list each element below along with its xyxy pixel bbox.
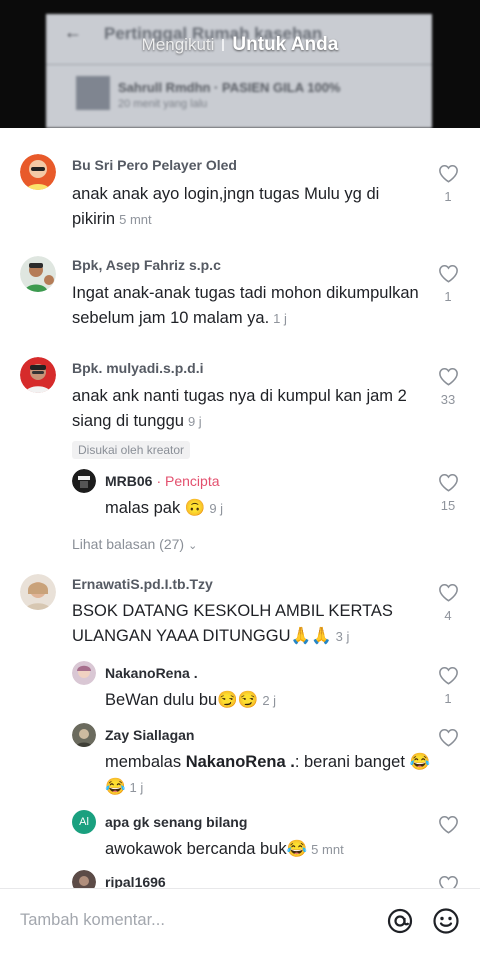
reply-username[interactable]: Zay Siallagan (105, 727, 194, 743)
like-button[interactable] (436, 728, 460, 747)
comment-time: 3 j (335, 629, 350, 644)
like-count: 15 (440, 498, 456, 513)
mention-at-icon[interactable] (386, 907, 414, 935)
reply-body: malas pak 🙃 (105, 499, 206, 517)
like-button[interactable]: 1 (436, 666, 460, 706)
reply-username[interactable]: MRB06 · Pencipta (105, 473, 220, 489)
reply-text: BeWan dulu bu😏😏 2 j (105, 688, 425, 713)
heart-icon (438, 728, 458, 747)
avatar[interactable] (20, 154, 56, 190)
avatar[interactable] (20, 256, 56, 292)
heart-icon (438, 666, 458, 685)
avatar[interactable] (72, 469, 96, 493)
comment-username[interactable]: ErnawatiS.pd.I.tb.Tzy (72, 576, 213, 592)
tab-separator (222, 39, 225, 52)
reply-time: 9 j (209, 501, 224, 516)
heart-icon (438, 367, 458, 386)
like-button[interactable]: 1 (436, 164, 460, 204)
like-count: 4 (444, 608, 452, 623)
comment-text: BSOK DATANG KESKOLH AMBIL KERTAS ULANGAN… (72, 599, 412, 649)
creator-label: · Pencipta (156, 473, 220, 489)
reply-text: malas pak 🙃 9 j (105, 496, 425, 521)
video-author-name: Sahrull Rmdhn · PASIEN GILA 100% (118, 80, 341, 95)
like-button[interactable]: 15 (436, 473, 460, 513)
view-replies-button[interactable]: Lihat balasan (27) ⌄ (72, 536, 197, 552)
avatar[interactable]: Al (72, 810, 96, 834)
tab-following[interactable]: Mengikuti (142, 35, 215, 54)
comment-time: 1 j (273, 311, 287, 326)
reply-body: BeWan dulu bu😏😏 (105, 691, 259, 709)
comment-body: anak ank nanti tugas nya di kumpul kan j… (72, 387, 407, 430)
video-background[interactable]: ← Pertinggal Rumah kasehan Sahrull Rmdhn… (0, 0, 480, 128)
video-author-avatar (76, 76, 110, 110)
reply-body: awokawok bercanda buk😂 (105, 840, 308, 858)
avatar[interactable] (72, 723, 96, 747)
like-button[interactable]: 1 (436, 264, 460, 304)
like-count: 1 (444, 289, 452, 304)
reply-time: 1 j (129, 780, 144, 795)
avatar[interactable] (20, 574, 56, 610)
reply-text: awokawok bercanda buk😂 5 mnt (105, 837, 435, 862)
comments-sheet: Bu Sri Pero Pelayer Oled anak anak ayo l… (0, 128, 480, 960)
reply-time: 2 j (262, 693, 277, 708)
reply-username-text: MRB06 (105, 473, 153, 489)
like-count: 33 (440, 392, 456, 407)
like-button[interactable] (436, 815, 460, 834)
reply-username[interactable]: apa gk senang bilang (105, 814, 247, 830)
like-button[interactable]: 4 (436, 583, 460, 623)
video-divider (46, 64, 432, 65)
feed-tabs: Mengikuti Untuk Anda (0, 34, 480, 56)
avatar[interactable] (20, 357, 56, 393)
view-replies-label: Lihat balasan (27) (72, 536, 185, 552)
chevron-down-icon: ⌄ (188, 540, 198, 552)
avatar-initials: Al (79, 816, 89, 828)
comment-text: anak anak ayo login,jngn tugas Mulu yg d… (72, 182, 430, 232)
video-author-subtext: 20 menit yang lalu (118, 98, 208, 110)
liked-by-creator-badge: Disukai oleh kreator (72, 441, 191, 459)
heart-icon (438, 583, 458, 602)
reply-username[interactable]: NakanoRena . (105, 665, 198, 681)
comment-body: Ingat anak-anak tugas tadi mohon dikumpu… (72, 284, 419, 327)
like-count: 1 (444, 189, 452, 204)
heart-icon (438, 815, 458, 834)
like-count: 1 (444, 691, 452, 706)
comment-input[interactable]: Tambah komentar... (20, 911, 165, 930)
comment-username[interactable]: Bu Sri Pero Pelayer Oled (72, 157, 237, 173)
heart-icon (438, 164, 458, 183)
reply-time: 5 mnt (311, 842, 344, 857)
comment-text: anak ank nanti tugas nya di kumpul kan j… (72, 384, 430, 434)
comment-text: Ingat anak-anak tugas tadi mohon dikumpu… (72, 281, 432, 331)
tab-for-you[interactable]: Untuk Anda (232, 34, 338, 55)
comment-time: 5 mnt (119, 212, 152, 227)
comment-composer: Tambah komentar... (0, 888, 480, 960)
comment-username[interactable]: Bpk. mulyadi.s.p.d.i (72, 360, 203, 376)
like-button[interactable]: 33 (436, 367, 460, 407)
avatar[interactable] (72, 661, 96, 685)
emoji-icon[interactable] (432, 907, 460, 935)
heart-icon (438, 264, 458, 283)
reply-prefix: membalas (105, 753, 186, 771)
video-frame: ← Pertinggal Rumah kasehan Sahrull Rmdhn… (46, 14, 432, 128)
comment-username[interactable]: Bpk, Asep Fahriz s.p.c (72, 257, 221, 273)
reply-text: membalas NakanoRena .: berani banget 😂😂 1… (105, 750, 435, 800)
heart-icon (438, 473, 458, 492)
comment-time: 9 j (187, 414, 202, 429)
reply-mention[interactable]: NakanoRena . (186, 753, 295, 771)
